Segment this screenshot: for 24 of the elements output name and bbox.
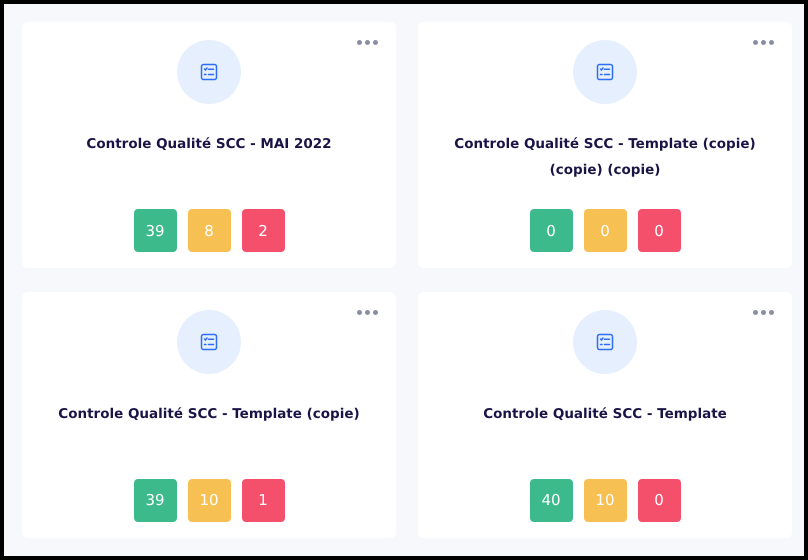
more-options-button[interactable] xyxy=(751,38,776,47)
count-badge: 39 xyxy=(134,209,176,252)
more-options-button[interactable] xyxy=(751,308,776,316)
count-badge: 10 xyxy=(584,478,626,522)
more-options-button[interactable] xyxy=(355,38,380,47)
checklist-icon xyxy=(596,332,614,350)
count-badge: 2 xyxy=(242,209,284,252)
count-badge: 0 xyxy=(584,209,626,252)
count-badge: 0 xyxy=(638,209,680,252)
card-title: Controle Qualité SCC - Template (copie) xyxy=(57,404,361,424)
checklist-icon xyxy=(200,332,218,350)
count-badge: 40 xyxy=(530,478,572,522)
card-title: Controle Qualité SCC - Template (copie) (copie) (copie) xyxy=(453,135,757,180)
card-title: Controle Qualité SCC - MAI 2022 xyxy=(85,135,333,154)
count-badge: 39 xyxy=(134,478,176,522)
more-options-button[interactable] xyxy=(355,308,380,316)
checklist-icon xyxy=(200,63,218,81)
count-badge: 0 xyxy=(530,209,572,252)
checklist-icon xyxy=(596,63,614,81)
count-badge: 8 xyxy=(188,209,230,252)
card-title: Controle Qualité SCC - Template xyxy=(482,404,728,424)
count-badge: 10 xyxy=(188,478,230,522)
count-badge: 0 xyxy=(638,478,680,522)
count-badge: 1 xyxy=(242,478,284,522)
